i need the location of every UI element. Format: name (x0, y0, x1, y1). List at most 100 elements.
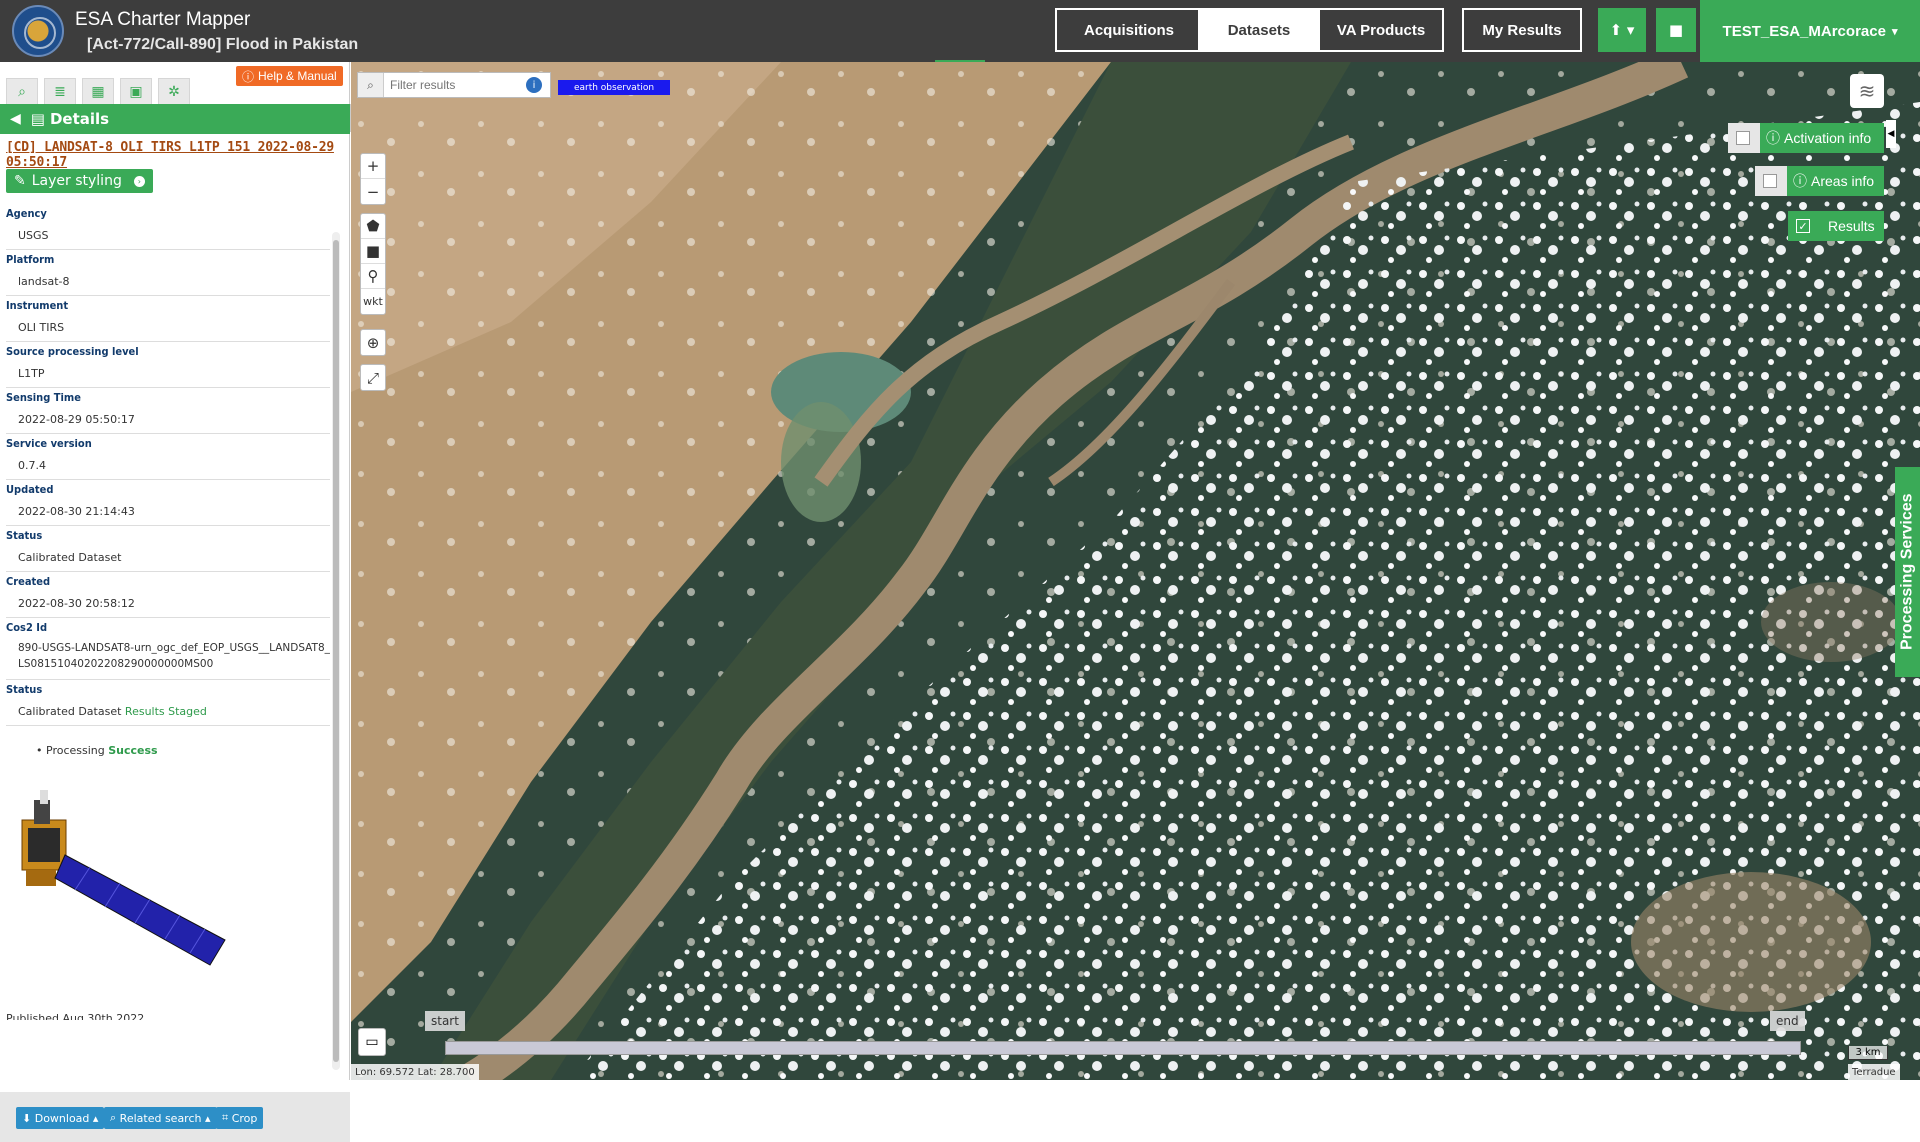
field-label: Status (6, 683, 43, 696)
zoom-in-button[interactable]: + (361, 154, 385, 179)
info-icon: ⓘ (1793, 173, 1807, 189)
wkt-label: wkt (363, 295, 383, 308)
archive-icon: ▣ (129, 84, 143, 100)
satellite-imagery (351, 62, 1920, 1080)
expand-icon: ⤢ (366, 368, 379, 387)
draw-wkt-button[interactable]: wkt (361, 289, 385, 314)
field-status-staged: Status Calibrated Dataset Results Staged (6, 680, 330, 726)
areas-info-checkbox[interactable] (1763, 174, 1777, 188)
download-button[interactable]: ⬇ Download ▴ (16, 1107, 105, 1129)
field-label: Created (6, 575, 51, 588)
draw-point-button[interactable]: ⚲ (361, 264, 385, 289)
layer-styling-button[interactable]: ✎ Layer styling › (6, 169, 153, 193)
list-icon: ≣ (54, 84, 66, 100)
earth-observation-tag[interactable]: earth observation (558, 80, 670, 95)
overlay-collapse-handle[interactable]: ◀ (1886, 120, 1896, 148)
field-instrument: Instrument OLI TIRS (6, 296, 330, 342)
back-chevron-icon[interactable]: ◀ (10, 111, 21, 127)
basket-tool-button[interactable]: ▦ (82, 78, 114, 106)
timeline-slider[interactable] (445, 1041, 1801, 1055)
search-icon[interactable]: ⌕ (358, 73, 384, 97)
search-icon: ⌕ (110, 1111, 120, 1124)
nav-my-results-button[interactable]: My Results (1462, 8, 1582, 52)
timeline-toggle-button[interactable]: ▭ (358, 1028, 386, 1056)
field-value: landsat-8 (18, 275, 70, 288)
field-label: Source processing level (6, 345, 139, 358)
info-icon[interactable]: i (526, 77, 542, 93)
filter-results-input[interactable] (384, 78, 524, 92)
list-tool-button[interactable]: ≣ (44, 78, 76, 106)
scale-bar: 3 km (1848, 1046, 1888, 1060)
nav-datasets-button[interactable]: Datasets (1198, 8, 1320, 52)
areas-info-toggle[interactable]: ⓘ Areas info (1755, 166, 1884, 196)
search-icon: ⌕ (18, 84, 26, 100)
published-date: Published Aug 30th 2022 (6, 1012, 145, 1020)
map-pin-icon: ⚲ (367, 267, 379, 285)
processing-services-tab[interactable]: Processing Services (1895, 467, 1920, 677)
esa-charter-logo[interactable] (12, 5, 64, 57)
user-name: TEST_ESA_MArcorace (1722, 22, 1886, 40)
user-menu[interactable]: TEST_ESA_MArcorace ▾ (1700, 0, 1920, 62)
activation-info-label: Activation info (1784, 130, 1872, 146)
field-agency: Agency USGS (6, 204, 330, 250)
field-value: USGS (18, 229, 49, 242)
panel-scroll-thumb[interactable] (333, 240, 339, 1062)
field-label: Sensing Time (6, 391, 81, 404)
draw-controls: ⬟ ■ ⚲ wkt (360, 213, 386, 315)
map-canvas[interactable] (351, 62, 1920, 1080)
basket-icon: ▦ (91, 84, 105, 100)
chevron-left-icon: ◀ (1887, 129, 1895, 139)
brush-icon: ✎ (14, 173, 26, 189)
timeline-end-label: end (1770, 1011, 1805, 1031)
timeline-icon: ▭ (365, 1034, 379, 1050)
layers-button[interactable]: ≋ (1850, 74, 1884, 108)
archive-tool-button[interactable]: ▣ (120, 78, 152, 106)
nav-acquisitions-button[interactable]: Acquisitions (1055, 8, 1203, 52)
crop-button[interactable]: ⌗ Crop (216, 1107, 264, 1129)
field-value: OLI TIRS (18, 321, 65, 334)
record-title[interactable]: [CD] LANDSAT-8 OLI TIRS L1TP 151 2022-08… (6, 140, 349, 170)
crop-icon: ⌗ (222, 1111, 232, 1124)
related-search-button[interactable]: ⌕ Related search ▴ (104, 1107, 217, 1129)
upload-dropdown-button[interactable]: ⬆ ▾ (1598, 8, 1646, 52)
filter-results-box: ⌕ i (357, 72, 551, 98)
fullscreen-control: ⤢ (360, 364, 386, 391)
details-label: Details (49, 110, 110, 128)
download-label: Download (34, 1111, 90, 1125)
draw-polygon-button[interactable]: ⬟ (361, 214, 385, 239)
details-header[interactable]: ◀ ▤ Details (0, 104, 350, 134)
field-sensing-time: Sensing Time 2022-08-29 05:50:17 (6, 388, 330, 434)
app-title: ESA Charter Mapper (75, 9, 251, 30)
metadata-fields: Agency USGS Platform landsat-8 Instrument O… (6, 204, 330, 726)
field-label: Instrument (6, 299, 69, 312)
field-value: L1TP (18, 367, 45, 380)
settings-tool-button[interactable]: ✲ (158, 78, 190, 106)
left-panel: ⓘ Help & Manual ⌕ ≣ ▦ ▣ ✲ ◀ ▤ Details [C… (0, 62, 350, 1142)
processing-label: Processing (46, 744, 105, 757)
zoom-out-button[interactable]: − (361, 179, 385, 204)
field-label: Status (6, 529, 43, 542)
search-tool-button[interactable]: ⌕ (6, 78, 38, 106)
field-value: Calibrated Dataset (18, 551, 122, 564)
crop-label: Crop (231, 1111, 258, 1125)
fullscreen-button[interactable]: ⤢ (361, 365, 385, 390)
field-label: Service version (6, 437, 92, 450)
field-processing-level: Source processing level L1TP (6, 342, 330, 388)
activation-info-toggle[interactable]: ⓘ Activation info (1728, 123, 1884, 153)
globe-icon: ⊕ (366, 333, 380, 352)
draw-rectangle-button[interactable]: ■ (361, 239, 385, 264)
briefcase-button[interactable]: ■ (1656, 8, 1696, 52)
globe-button[interactable]: ⊕ (361, 330, 385, 355)
map-attribution: Terradue (1848, 1064, 1900, 1080)
activation-info-checkbox[interactable] (1736, 131, 1750, 145)
related-search-label: Related search (119, 1111, 202, 1125)
help-manual-button[interactable]: ⓘ Help & Manual (236, 66, 343, 86)
checkbox-wrap (1755, 166, 1787, 196)
nav-va-products-button[interactable]: VA Products (1318, 8, 1444, 52)
results-checkbox[interactable]: ✓ (1796, 219, 1810, 233)
results-toggle[interactable]: ✓ Results (1788, 211, 1884, 241)
help-label: Help & Manual (258, 69, 337, 83)
field-cos2-id: Cos2 Id 890-USGS-LANDSAT8-urn_ogc_def_EOP… (6, 618, 330, 680)
header-bar: ESA Charter Mapper [Act-772/Call-890] Fl… (0, 0, 1920, 63)
staged-status: Results Staged (124, 705, 207, 718)
